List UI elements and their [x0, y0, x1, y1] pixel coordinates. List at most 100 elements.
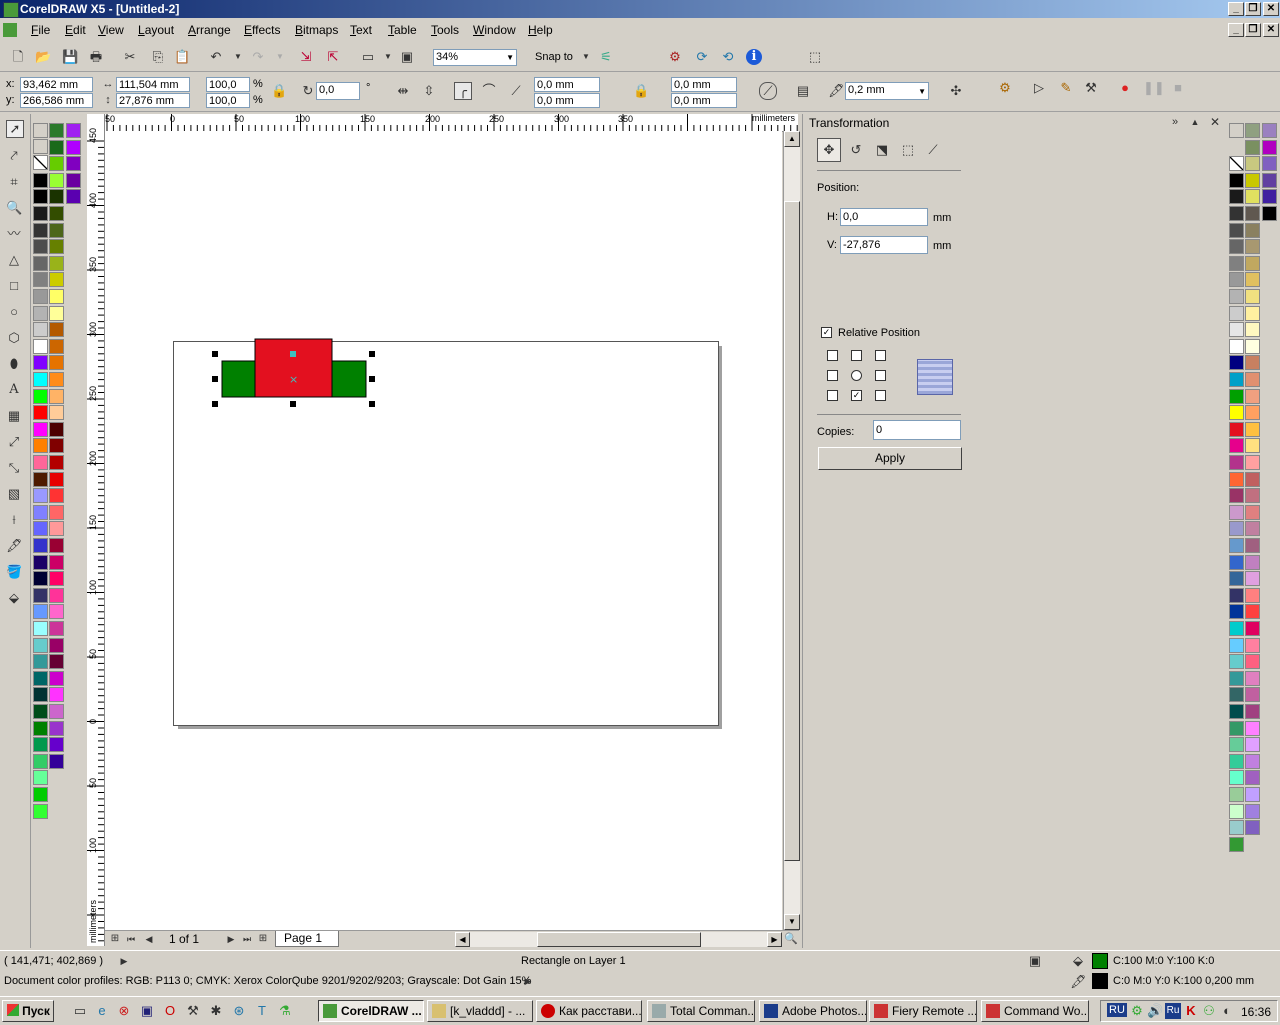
lock-ratio-icon[interactable]: 🔒 [271, 83, 287, 99]
rotation-field[interactable]: 0,0 [316, 82, 360, 100]
color-swatch[interactable] [49, 322, 64, 337]
prev-page-icon[interactable]: ◀ [141, 931, 157, 947]
export-icon[interactable]: ⇱ [325, 49, 341, 65]
rotate-tab-icon[interactable]: ↺ [848, 142, 864, 158]
color-swatch[interactable] [33, 339, 48, 354]
doc-restore-button[interactable]: ❐ [1245, 23, 1261, 37]
color-swatch[interactable] [1245, 206, 1260, 221]
color-swatch[interactable] [1245, 289, 1260, 304]
color-swatch[interactable] [1245, 389, 1260, 404]
rectangle-tool-icon[interactable]: □ [6, 278, 22, 294]
scroll-down-button[interactable]: ▼ [784, 914, 800, 930]
menu-effects[interactable]: Effects [244, 23, 280, 37]
anchor-top-right[interactable] [875, 350, 886, 361]
corner-radius-top-left[interactable]: 0,0 mm [534, 77, 600, 92]
apply-button[interactable]: Apply [818, 447, 962, 470]
color-swatch[interactable] [1229, 389, 1244, 404]
corner-lock-icon[interactable]: 🔒 [633, 83, 649, 99]
color-swatch[interactable] [33, 372, 48, 387]
zoom-dropdown-icon[interactable]: ▼ [506, 50, 514, 65]
fill-color-swatch[interactable] [1092, 953, 1108, 969]
corner-radius-top-right[interactable]: 0,0 mm [671, 77, 737, 92]
docker-close-icon[interactable]: ✕ [1207, 114, 1223, 130]
color-swatch[interactable] [1229, 455, 1244, 470]
color-swatch[interactable] [33, 754, 48, 769]
task-total-commander[interactable]: Total Comman... [647, 1000, 755, 1022]
color-swatch[interactable] [1229, 588, 1244, 603]
color-swatch[interactable] [1245, 123, 1260, 138]
drawing-canvas[interactable]: × [105, 131, 782, 930]
color-swatch[interactable] [49, 422, 64, 437]
color-swatch[interactable] [1245, 638, 1260, 653]
color-swatch[interactable] [1245, 621, 1260, 636]
anchor-top-left[interactable] [827, 350, 838, 361]
color-swatch[interactable] [1245, 223, 1260, 238]
color-swatch[interactable] [1262, 156, 1277, 171]
color-swatch[interactable] [33, 571, 48, 586]
color-swatch[interactable] [33, 505, 48, 520]
run-macro-icon[interactable]: ▷ [1031, 80, 1047, 96]
docker-expand-icon[interactable]: » [1167, 114, 1183, 130]
open-icon[interactable]: 📂 [35, 49, 51, 65]
color-swatch[interactable] [1229, 306, 1244, 321]
outline-dropdown-icon[interactable]: ▼ [918, 84, 926, 99]
h-position-field[interactable]: 0,0 [840, 208, 928, 226]
task-opera[interactable]: Как расстави... [536, 1000, 642, 1022]
redo-icon[interactable]: ↷ [250, 49, 266, 65]
document-icon[interactable] [3, 23, 17, 37]
scroll-right-button[interactable]: ▶ [767, 932, 782, 947]
color-swatch[interactable] [1229, 770, 1244, 785]
color-swatch[interactable] [1229, 206, 1244, 221]
color-swatch[interactable] [1245, 306, 1260, 321]
copies-field[interactable]: 0 [873, 420, 961, 440]
color-swatch[interactable] [1245, 505, 1260, 520]
height-field[interactable]: 27,876 mm [116, 93, 190, 108]
scale-tab-icon[interactable]: ⬔ [874, 142, 890, 158]
color-swatch[interactable] [1245, 472, 1260, 487]
color-swatch[interactable] [33, 438, 48, 453]
color-swatch[interactable] [49, 405, 64, 420]
color-swatch[interactable] [1245, 173, 1260, 188]
menu-arrange[interactable]: Arrange [188, 23, 231, 37]
horizontal-scrollbar[interactable]: ◀ ▶ [455, 932, 782, 947]
first-page-icon[interactable]: ⏮ [123, 931, 139, 947]
task-coreldraw[interactable]: CorelDRAW ... [318, 1000, 424, 1022]
task-adobe-photoshop[interactable]: Adobe Photos... [759, 1000, 867, 1022]
snap-to-dropdown[interactable]: Snap to [535, 50, 573, 64]
no-fill-swatch[interactable] [1229, 156, 1244, 171]
minimize-button[interactable]: _ [1228, 2, 1244, 16]
color-swatch[interactable] [49, 588, 64, 603]
color-swatch[interactable] [66, 156, 81, 171]
color-swatch[interactable] [1245, 721, 1260, 736]
customize-icon[interactable]: ⬚ [807, 49, 823, 65]
corner-radius-bottom-left[interactable]: 0,0 mm [534, 93, 600, 108]
fill-indicator-icon[interactable]: ⬙ [1070, 953, 1086, 969]
color-swatch[interactable] [49, 272, 64, 287]
color-swatch[interactable] [33, 173, 48, 188]
color-swatch[interactable] [49, 223, 64, 238]
zoom-level-select[interactable]: 34% ▼ [433, 49, 517, 66]
undo-icon[interactable]: ↶ [208, 49, 224, 65]
color-swatch[interactable] [1245, 770, 1260, 785]
color-swatch[interactable] [1229, 488, 1244, 503]
polygon-tool-icon[interactable]: ⬡ [6, 330, 22, 346]
color-swatch[interactable] [33, 538, 48, 553]
color-swatch[interactable] [33, 638, 48, 653]
color-swatch[interactable] [1229, 654, 1244, 669]
color-swatch[interactable] [1229, 505, 1244, 520]
size-tab-icon[interactable]: ⬚ [900, 142, 916, 158]
task-command-workstation[interactable]: Command Wo... [981, 1000, 1089, 1022]
menu-table[interactable]: Table [388, 23, 417, 37]
color-swatch[interactable] [66, 140, 81, 155]
welcome-screen-icon[interactable]: ▣ [399, 49, 415, 65]
menu-help[interactable]: Help [528, 23, 553, 37]
color-swatch[interactable] [49, 472, 64, 487]
color-swatch[interactable] [1229, 355, 1244, 370]
color-swatch[interactable] [1245, 339, 1260, 354]
color-swatch[interactable] [1262, 189, 1277, 204]
menu-view[interactable]: View [98, 23, 124, 37]
add-page-after-icon[interactable]: ⊞ [255, 931, 271, 947]
color-swatch[interactable] [33, 704, 48, 719]
page-tab[interactable]: Page 1 [275, 931, 339, 947]
color-swatch[interactable] [33, 654, 48, 669]
